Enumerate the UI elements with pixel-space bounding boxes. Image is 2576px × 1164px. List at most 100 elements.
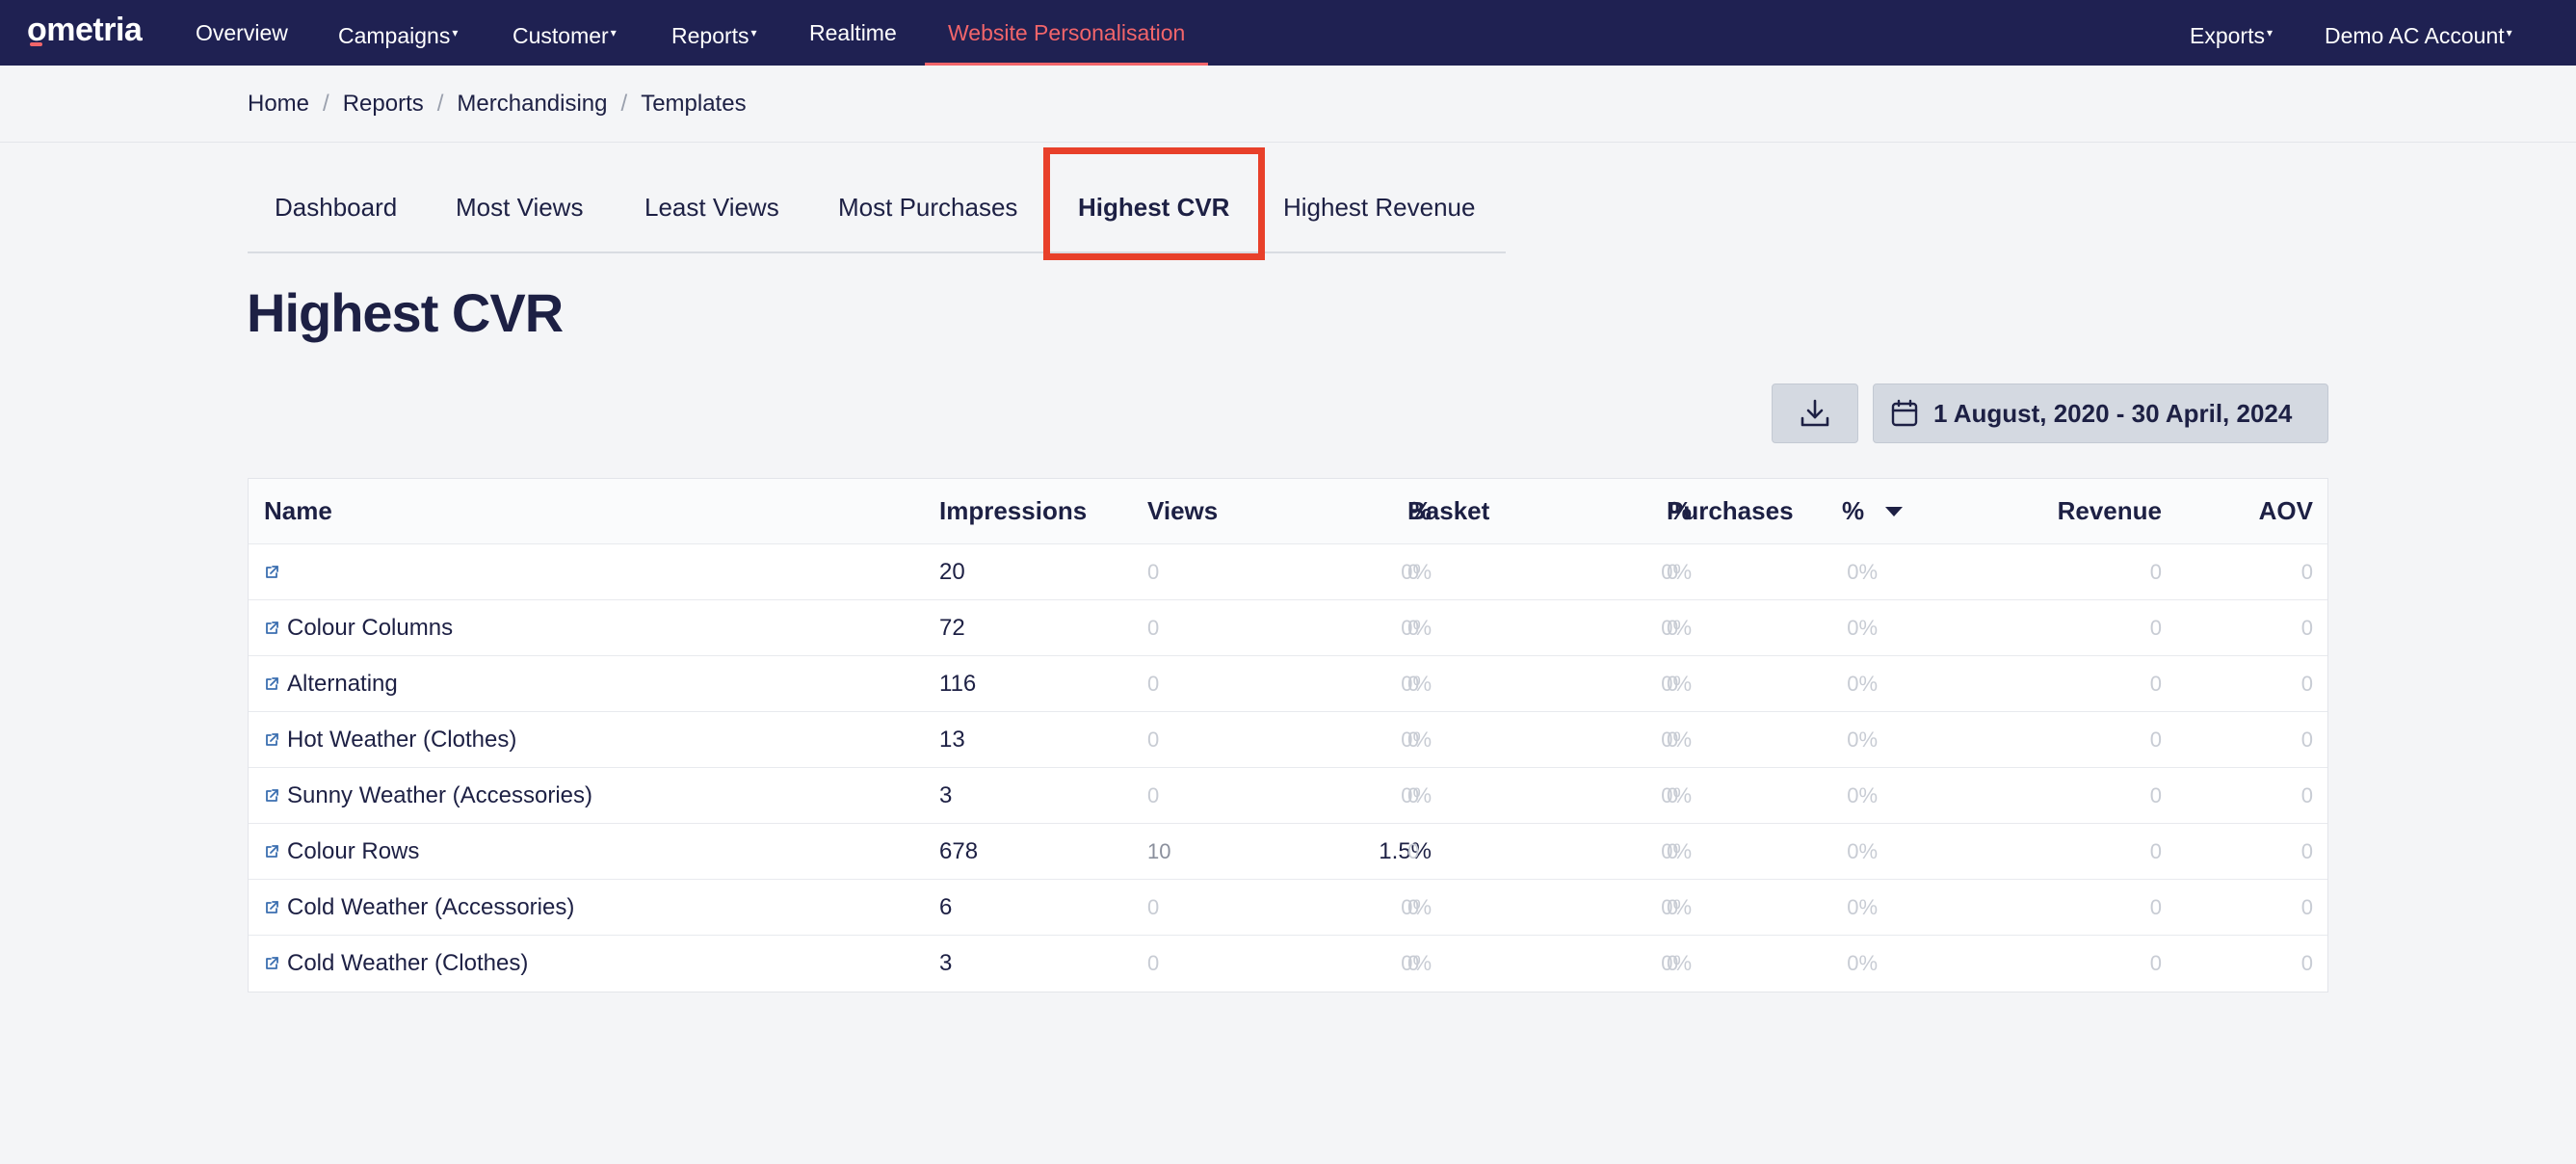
date-range-label: 1 August, 2020 - 30 April, 2024 [1933,398,2293,428]
external-link-icon[interactable] [264,844,279,860]
purchases-cell: 0 [1667,782,1679,807]
purchases-percent-cell: 0% [1847,838,1878,863]
nav-account-label: Demo AC Account [2325,23,2505,48]
table-body: 20 0 0% 0 0% 0 0% 0 0 Colour Columns 72 0 0% 0 0% 0 0% 0 0… [249,544,2327,992]
column-header-purchases[interactable]: Purchases [1667,479,1794,543]
active-tab-highlight [1043,147,1265,260]
purchases-percent-cell: 0% [1847,894,1878,919]
external-link-icon[interactable] [264,956,279,971]
template-name-link[interactable]: Cold Weather (Accessories) [264,880,574,935]
download-icon [1801,399,1829,427]
top-navigation: ometria Overview Campaigns ▾ Customer ▾ Re… [0,0,2576,66]
nav-campaigns-label: Campaigns [338,23,451,48]
template-name-link[interactable]: Alternating [264,656,398,711]
revenue-cell: 0 [2149,951,2162,975]
aov-cell: 0 [2300,894,2313,919]
purchases-percent-cell: 0% [1847,671,1878,696]
template-name: Cold Weather (Clothes) [287,950,529,976]
aov-cell: 0 [2300,951,2313,975]
template-name: Hot Weather (Clothes) [287,726,517,753]
external-link-icon[interactable] [264,788,279,804]
date-range-picker[interactable]: 1 August, 2020 - 30 April, 2024 [1873,384,2328,443]
breadcrumb-separator: / [436,91,444,117]
purchases-percent-cell: 0% [1847,727,1878,752]
page-title: Highest CVR [247,282,564,343]
template-name-link[interactable] [264,544,287,599]
external-link-icon[interactable] [264,900,279,915]
tab-least-views[interactable]: Least Views [633,176,791,253]
nav-campaigns[interactable]: Campaigns ▾ [338,0,458,66]
column-header-aov[interactable]: AOV [2175,479,2313,543]
caret-down-icon: ▾ [750,26,757,40]
tab-most-purchases[interactable]: Most Purchases [827,176,1029,253]
template-name-link[interactable]: Colour Rows [264,824,419,879]
breadcrumb-reports[interactable]: Reports [343,91,424,117]
caret-down-icon: ▾ [2506,26,2512,40]
breadcrumb-home[interactable]: Home [248,91,309,117]
revenue-cell: 0 [2149,894,2162,919]
ometria-logo[interactable]: ometria [27,12,143,49]
column-header-name[interactable]: Name [264,479,332,543]
nav-account-menu[interactable]: Demo AC Account ▾ [2325,0,2512,66]
template-name-link[interactable]: Colour Columns [264,600,453,655]
external-link-icon[interactable] [264,621,279,636]
column-header-basket[interactable]: Basket [1407,479,1489,543]
nav-overview[interactable]: Overview [196,0,288,66]
nav-website-personalisation[interactable]: Website Personalisation [925,0,1209,66]
column-header-impressions[interactable]: Impressions [939,479,1087,543]
download-button[interactable] [1772,384,1858,443]
caret-down-icon: ▾ [2266,26,2274,40]
purchases-cell: 0 [1667,951,1679,975]
views-cell: 0 [1147,615,1160,640]
impressions-cell: 3 [939,781,953,808]
revenue-cell: 0 [2149,559,2162,584]
nav-realtime[interactable]: Realtime [809,0,897,66]
column-header-views[interactable]: Views [1147,479,1218,543]
breadcrumb-templates: Templates [641,91,747,117]
basket-cell: 0 [1407,671,1420,696]
purchases-percent-label: % [1842,496,1865,525]
breadcrumb-merchandising[interactable]: Merchandising [457,91,607,117]
template-name-link[interactable]: Cold Weather (Clothes) [264,936,528,992]
purchases-cell: 0 [1667,838,1679,863]
basket-cell: 0 [1407,782,1420,807]
views-cell: 0 [1147,951,1160,975]
purchases-cell: 0 [1667,559,1679,584]
tab-dashboard[interactable]: Dashboard [263,176,408,253]
column-header-purchases-percent[interactable]: % [1842,479,1904,543]
template-name-link[interactable]: Hot Weather (Clothes) [264,712,516,767]
aov-cell: 0 [2300,782,2313,807]
views-cell: 0 [1147,782,1160,807]
basket-cell: 0 [1407,559,1420,584]
revenue-cell: 0 [2149,615,2162,640]
tab-highest-revenue[interactable]: Highest Revenue [1272,176,1486,253]
table-row: 20 0 0% 0 0% 0 0% 0 0 [249,544,2327,600]
aov-cell: 0 [2300,615,2313,640]
template-name: Alternating [287,670,398,697]
impressions-cell: 3 [939,950,953,976]
aov-cell: 0 [2300,559,2313,584]
template-name-link[interactable]: Sunny Weather (Accessories) [264,768,592,823]
column-header-revenue[interactable]: Revenue [1983,479,2162,543]
templates-table: Name Impressions Views % Basket % Purcha… [248,478,2328,992]
impressions-cell: 20 [939,558,965,585]
basket-cell: 0 [1407,838,1420,863]
logo-accent [30,42,42,46]
nav-exports[interactable]: Exports ▾ [2190,0,2273,66]
external-link-icon[interactable] [264,732,279,748]
revenue-cell: 0 [2149,671,2162,696]
impressions-cell: 13 [939,726,965,753]
tab-most-views[interactable]: Most Views [444,176,594,253]
breadcrumb: Home / Reports / Merchandising / Templates [248,66,747,143]
table-row: Colour Columns 72 0 0% 0 0% 0 0% 0 0 [249,600,2327,656]
external-link-icon[interactable] [264,565,279,580]
breadcrumb-bar: Home / Reports / Merchandising / Templates [0,66,2576,143]
external-link-icon[interactable] [264,676,279,692]
nav-realtime-label: Realtime [809,20,897,45]
table-row: Hot Weather (Clothes) 13 0 0% 0 0% 0 0% 0 0 [249,712,2327,768]
breadcrumb-separator: / [323,91,329,117]
table-row: Colour Rows 678 10 1.5% 0 0% 0 0% 0 0 [249,824,2327,880]
table-row: Cold Weather (Clothes) 3 0 0% 0 0% 0 0% 0 0 [249,936,2327,992]
nav-customer[interactable]: Customer ▾ [513,0,617,66]
nav-reports[interactable]: Reports ▾ [671,0,757,66]
